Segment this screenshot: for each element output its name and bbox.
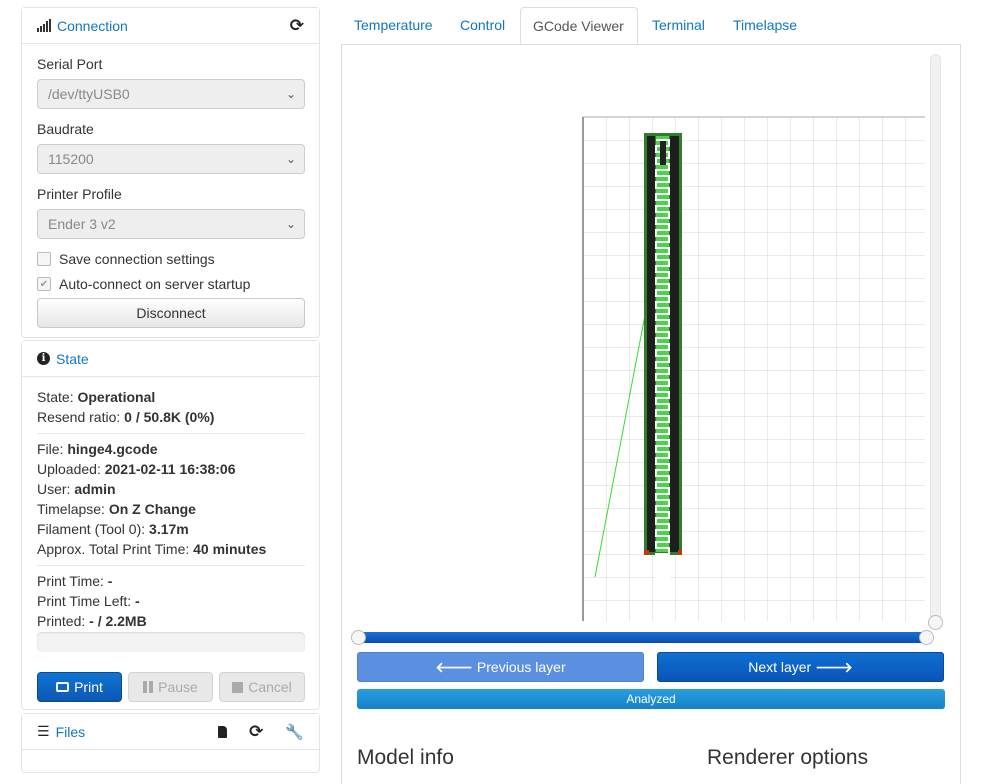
state-panel: i State State: Operational Resend ratio:…: [21, 340, 320, 710]
baudrate-select[interactable]: 115200 ⌄: [37, 144, 305, 174]
sd-card-icon[interactable]: [218, 725, 228, 738]
info-icon: i: [37, 352, 50, 365]
wrench-icon[interactable]: 🔧: [285, 723, 304, 741]
files-panel: ☰ Files ⟳ 🔧: [21, 713, 320, 773]
tab-gcode-viewer[interactable]: GCode Viewer: [520, 7, 638, 44]
signal-icon: [37, 19, 51, 32]
baudrate-value: 115200: [48, 151, 94, 167]
cancel-button[interactable]: Cancel: [219, 672, 305, 702]
printer-icon: [56, 682, 70, 692]
disconnect-button[interactable]: Disconnect: [37, 298, 305, 328]
autoconnect-checkbox[interactable]: ✔ Auto-connect on server startup: [37, 276, 250, 292]
save-connection-label: Save connection settings: [59, 251, 215, 267]
printed-row: Printed: - / 2.2MB: [37, 613, 147, 629]
divider: [37, 433, 305, 434]
autoconnect-label: Auto-connect on server startup: [59, 276, 251, 292]
divider: [37, 565, 305, 566]
printer-profile-value: Ender 3 v2: [48, 216, 116, 232]
chevron-down-icon: ⌄: [285, 87, 296, 101]
command-slider-handle-start[interactable]: [351, 630, 366, 645]
files-header[interactable]: ☰ Files ⟳ 🔧: [22, 714, 319, 750]
uploaded-row: Uploaded: 2021-02-11 16:38:06: [37, 461, 236, 477]
tab-temperature[interactable]: Temperature: [342, 7, 445, 44]
save-connection-checkbox[interactable]: Save connection settings: [37, 251, 215, 267]
previous-layer-label: Previous layer: [476, 659, 566, 675]
connection-header[interactable]: Connection ⟳: [22, 8, 319, 44]
tab-terminal[interactable]: Terminal: [640, 7, 717, 44]
command-slider-track[interactable]: [359, 632, 927, 643]
chevron-down-icon: ⌄: [285, 217, 296, 231]
pause-button[interactable]: Pause: [128, 672, 213, 702]
refresh-icon[interactable]: ⟳: [249, 722, 263, 742]
next-layer-button[interactable]: Next layer 🡒: [657, 652, 944, 682]
hinge-model: [644, 133, 682, 591]
next-layer-label: Next layer: [748, 659, 812, 675]
timelapse-row: Timelapse: On Z Change: [37, 501, 196, 517]
filament-row: Filament (Tool 0): 3.17m: [37, 521, 189, 537]
cancel-label: Cancel: [248, 679, 292, 695]
print-label: Print: [74, 679, 103, 695]
serial-port-value: /dev/ttyUSB0: [48, 86, 130, 102]
list-icon: ☰: [37, 723, 50, 739]
pause-label: Pause: [158, 679, 198, 695]
progress-bar: [37, 632, 305, 652]
connection-title: Connection: [57, 17, 128, 34]
baudrate-label: Baudrate: [37, 121, 94, 137]
previous-layer-button[interactable]: 🡐 Previous layer: [357, 652, 644, 682]
stop-icon: [232, 681, 244, 693]
file-row: File: hinge4.gcode: [37, 441, 158, 457]
files-title: Files: [55, 723, 86, 740]
refresh-icon[interactable]: ⟳: [290, 16, 304, 36]
tab-control[interactable]: Control: [448, 7, 517, 44]
checkbox-checked-icon[interactable]: ✔: [37, 277, 51, 291]
printer-profile-select[interactable]: Ender 3 v2 ⌄: [37, 209, 305, 239]
printer-profile-label: Printer Profile: [37, 186, 122, 202]
pause-icon: [143, 681, 154, 693]
command-slider-handle-end[interactable]: [919, 630, 934, 645]
vertical-slider-handle[interactable]: [928, 615, 943, 630]
renderer-options-title: Renderer options: [707, 746, 869, 769]
arrow-right-icon: 🡒: [815, 658, 853, 675]
total-print-time-row: Approx. Total Print Time: 40 minutes: [37, 541, 267, 557]
print-time-left-row: Print Time Left: -: [37, 593, 140, 609]
gcode-canvas[interactable]: [342, 45, 960, 625]
serial-port-select[interactable]: /dev/ttyUSB0 ⌄: [37, 79, 305, 109]
serial-port-label: Serial Port: [37, 56, 103, 72]
analysis-progress-bar: Analyzed: [357, 689, 945, 709]
print-time-row: Print Time: -: [37, 573, 113, 589]
print-button[interactable]: Print: [37, 672, 122, 702]
resend-ratio-row: Resend ratio: 0 / 50.8K (0%): [37, 409, 215, 425]
chevron-down-icon: ⌄: [285, 152, 296, 166]
disconnect-label: Disconnect: [136, 305, 206, 321]
arrow-left-icon: 🡐: [435, 658, 473, 675]
model-info-title: Model info: [357, 746, 454, 769]
layer-vertical-slider[interactable]: [930, 54, 941, 624]
state-title: State: [56, 350, 89, 367]
analyzed-label: Analyzed: [626, 692, 676, 706]
state-header[interactable]: i State: [22, 341, 319, 377]
user-row: User: admin: [37, 481, 116, 497]
state-row: State: Operational: [37, 389, 156, 405]
connection-panel: Connection ⟳ Serial Port /dev/ttyUSB0 ⌄ …: [21, 7, 320, 338]
main-tabs: Temperature Control GCode Viewer Termina…: [341, 7, 961, 45]
checkbox-unchecked[interactable]: [37, 252, 51, 266]
tab-timelapse[interactable]: Timelapse: [721, 7, 809, 44]
